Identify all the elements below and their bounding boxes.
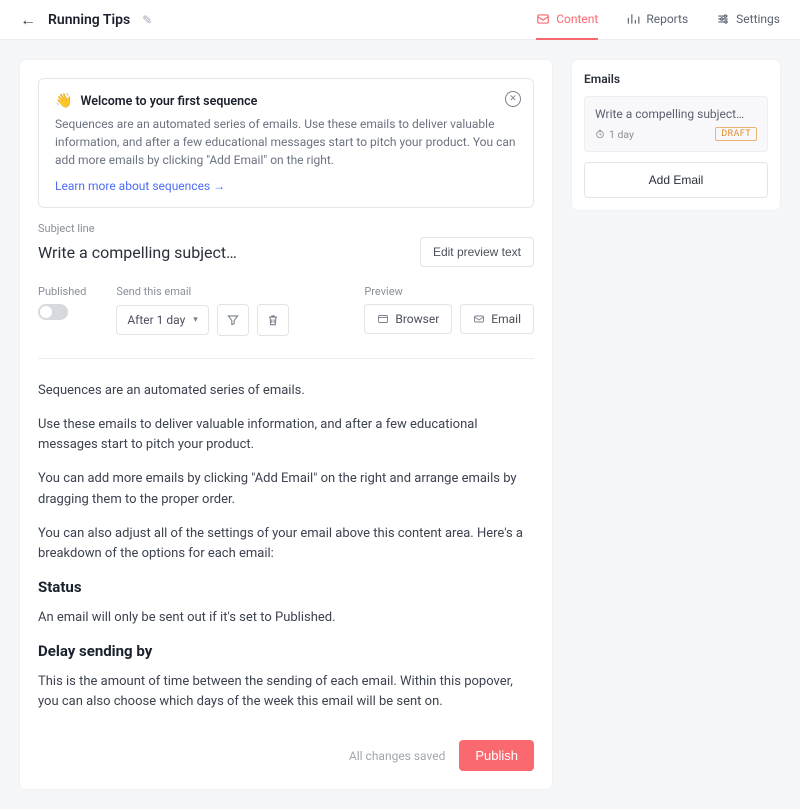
emails-sidebar: Emails Write a compelling subject… 1 day…	[572, 60, 780, 210]
edit-preview-text-button[interactable]: Edit preview text	[420, 237, 534, 267]
body-heading-status: Status	[38, 578, 534, 596]
chevron-down-icon: ▾	[193, 315, 198, 325]
body-paragraph: Sequences are an automated series of ema…	[38, 381, 534, 401]
subject-input[interactable]: Write a compelling subject…	[38, 243, 237, 262]
tab-content[interactable]: Content	[536, 0, 598, 40]
preview-browser-button[interactable]: Browser	[364, 304, 452, 334]
body-paragraph: You can add more emails by clicking "Add…	[38, 469, 534, 509]
content-icon	[536, 12, 550, 26]
page-title: Running Tips	[48, 12, 130, 28]
tab-label: Reports	[646, 12, 688, 26]
settings-icon	[716, 12, 730, 26]
save-status: All changes saved	[349, 749, 445, 763]
close-icon[interactable]: ✕	[505, 91, 521, 107]
sidebar-title: Emails	[584, 72, 768, 86]
email-item-delay: 1 day	[609, 128, 634, 141]
email-body-editor[interactable]: Sequences are an automated series of ema…	[38, 381, 534, 712]
published-toggle[interactable]	[38, 304, 68, 320]
back-arrow-icon[interactable]: ←	[20, 10, 36, 30]
clock-icon	[595, 129, 605, 139]
delete-button[interactable]	[257, 304, 289, 336]
body-heading-delay: Delay sending by	[38, 642, 534, 660]
learn-more-link[interactable]: Learn more about sequences →	[55, 179, 517, 193]
email-list-item[interactable]: Write a compelling subject… 1 day DRAFT	[584, 96, 768, 152]
preview-label: Preview	[364, 285, 534, 298]
toggle-knob	[40, 306, 52, 318]
body-paragraph: Use these emails to deliver valuable inf…	[38, 415, 534, 455]
tab-settings[interactable]: Settings	[716, 0, 780, 40]
body-paragraph: This is the amount of time between the s…	[38, 672, 534, 712]
email-item-subject: Write a compelling subject…	[595, 107, 757, 121]
send-delay-select[interactable]: After 1 day ▾	[116, 305, 208, 335]
body-paragraph: An email will only be sent out if it's s…	[38, 608, 534, 628]
tab-label: Content	[556, 12, 598, 26]
tab-reports[interactable]: Reports	[626, 0, 688, 40]
body-paragraph: You can also adjust all of the settings …	[38, 524, 534, 564]
welcome-title: Welcome to your first sequence	[80, 94, 257, 109]
edit-title-icon[interactable]: ✎	[142, 13, 152, 27]
filter-button[interactable]	[217, 304, 249, 336]
top-bar: ← Running Tips ✎ Content Reports Setting…	[0, 0, 800, 40]
reports-icon	[626, 12, 640, 26]
welcome-banner: ✕ 👋 Welcome to your first sequence Seque…	[38, 78, 534, 208]
draft-badge: DRAFT	[715, 127, 757, 141]
subject-label: Subject line	[38, 222, 534, 235]
preview-browser-label: Browser	[395, 312, 439, 326]
main-card: ✕ 👋 Welcome to your first sequence Seque…	[20, 60, 552, 789]
browser-icon	[377, 313, 389, 325]
mail-icon	[473, 313, 485, 325]
published-label: Published	[38, 285, 86, 298]
tab-label: Settings	[736, 12, 780, 26]
preview-email-label: Email	[491, 312, 521, 326]
preview-email-button[interactable]: Email	[460, 304, 534, 334]
welcome-body: Sequences are an automated series of ema…	[55, 115, 517, 169]
send-label: Send this email	[116, 285, 288, 298]
add-email-button[interactable]: Add Email	[584, 162, 768, 198]
wave-icon: 👋	[55, 93, 72, 109]
publish-button[interactable]: Publish	[459, 740, 534, 771]
send-delay-value: After 1 day	[127, 313, 185, 327]
